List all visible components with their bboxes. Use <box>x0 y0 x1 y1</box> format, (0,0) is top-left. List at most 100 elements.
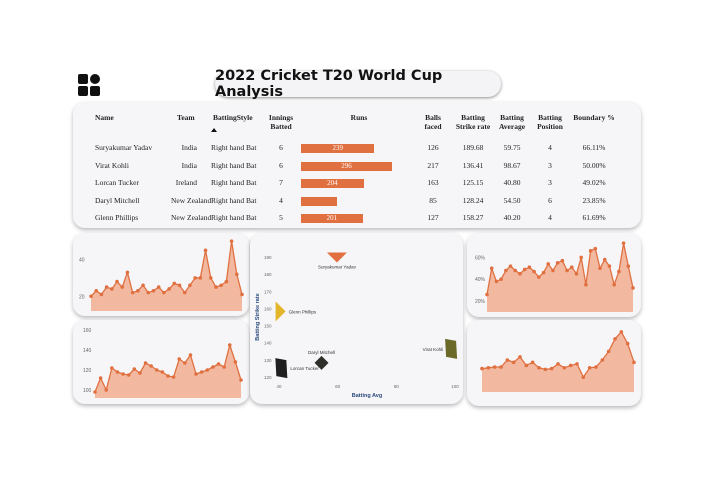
data-point <box>555 261 560 265</box>
data-point <box>177 357 182 361</box>
scatter-point <box>275 358 288 379</box>
data-point <box>499 277 503 282</box>
cell-batting-style: Right hand Bat <box>211 143 257 152</box>
point-label: Daryl Mitchell <box>308 350 335 355</box>
point-label: Suryakumar Yadav <box>318 265 357 270</box>
data-point <box>141 283 145 288</box>
data-point <box>166 374 170 378</box>
col-header-innings-line2: Batted <box>270 122 292 131</box>
point-label: Virat Kohli <box>423 347 443 352</box>
col-header-name[interactable]: Name <box>95 113 114 122</box>
x-tick-label: 40 <box>276 384 282 389</box>
cell-batting-style: Right hand Bat <box>211 178 257 187</box>
data-point <box>626 264 631 268</box>
y-tick-label: 20% <box>475 299 486 305</box>
cell-balls-faced: 163 <box>427 178 439 187</box>
data-point <box>556 362 560 366</box>
sort-ascending-icon[interactable] <box>211 128 217 132</box>
y-tick-label: 170 <box>264 289 272 294</box>
data-point <box>222 365 226 369</box>
data-point <box>530 360 535 365</box>
cell-strike-rate: 189.68 <box>462 143 484 152</box>
data-point <box>527 265 532 270</box>
cell-innings: 7 <box>279 178 283 187</box>
data-point <box>505 358 510 362</box>
data-point <box>110 287 114 291</box>
scatter-point <box>326 252 347 263</box>
col-header-average[interactable]: Batting Average <box>496 113 528 131</box>
runs-bar-label: 296 <box>341 161 352 170</box>
data-point <box>532 269 536 274</box>
data-point <box>143 361 148 365</box>
x-tick-label: 80 <box>394 384 400 389</box>
runs-bar-label: 239 <box>332 144 343 152</box>
y-tick-label: 140 <box>83 348 92 354</box>
data-point <box>89 294 93 299</box>
cell-boundary: 23.85% <box>582 195 606 205</box>
data-point <box>193 276 197 280</box>
data-point <box>518 355 522 359</box>
col-header-runs[interactable]: Runs <box>339 113 379 122</box>
cell-position: 3 <box>548 160 552 170</box>
col-header-batting-style[interactable]: BattingStyle <box>213 113 253 122</box>
data-point <box>151 288 156 293</box>
data-point <box>541 270 546 275</box>
data-point <box>132 367 137 371</box>
data-point <box>568 363 573 368</box>
cell-innings: 5 <box>279 213 283 222</box>
cell-innings: 4 <box>279 195 283 205</box>
data-point <box>182 290 187 295</box>
data-point <box>543 367 548 372</box>
col-header-position[interactable]: Batting Position <box>534 113 566 131</box>
data-point <box>549 366 554 371</box>
cell-boundary: 66.11% <box>582 143 606 152</box>
area-chart-average <box>480 330 636 392</box>
data-point <box>239 378 243 382</box>
data-point <box>607 264 612 268</box>
col-header-innings[interactable]: Innings Batted <box>265 113 297 131</box>
data-point <box>485 292 489 297</box>
data-point <box>621 241 626 245</box>
cell-team: New Zealand <box>171 195 212 205</box>
data-point <box>518 271 522 276</box>
cell-name: Daryl Mitchell <box>95 195 140 205</box>
col-header-boundary[interactable]: Boundary % <box>567 113 621 122</box>
y-tick-label: 130 <box>264 358 272 363</box>
data-point <box>104 388 109 392</box>
data-point <box>574 271 579 276</box>
table-row[interactable]: Suryakumar Yadav India Right hand Bat 6 126 1… <box>73 143 641 155</box>
data-point <box>167 287 171 291</box>
cell-position: 4 <box>548 143 552 152</box>
data-point <box>584 282 588 287</box>
x-axis-label: Batting Avg <box>352 393 382 399</box>
data-point <box>560 258 565 263</box>
col-header-team[interactable]: Team <box>177 113 195 122</box>
col-header-avg-line2: Average <box>498 122 526 131</box>
y-tick-label: 100 <box>83 388 92 394</box>
cell-batting-style: Right hand Bat <box>211 195 257 205</box>
table-row[interactable]: Daryl Mitchell New Zealand Right hand Bat 4… <box>73 196 641 208</box>
col-header-strike-rate[interactable]: Batting Strike rate <box>450 113 496 131</box>
y-tick-label: 60% <box>475 255 486 261</box>
data-point <box>224 279 229 284</box>
data-point <box>606 349 611 354</box>
data-point <box>594 365 598 369</box>
col-header-balls[interactable]: Balls faced <box>421 113 445 131</box>
cell-strike-rate: 128.24 <box>462 195 484 205</box>
data-point <box>126 373 131 377</box>
data-point <box>219 283 223 288</box>
area-chart-runs: 40 20 <box>79 239 244 311</box>
data-point <box>233 360 238 364</box>
area-chart-boundary: 60% 40% 20% <box>475 241 635 312</box>
table-row[interactable]: Glenn Phillips New Zealand Right hand Bat 5… <box>73 213 641 225</box>
cell-strike-rate: 158.27 <box>462 213 484 222</box>
data-point <box>489 266 494 271</box>
data-point <box>229 239 234 243</box>
cell-batting-style: Right hand Bat <box>211 213 257 222</box>
col-header-pos-line1: Batting <box>538 113 562 122</box>
table-row[interactable]: Virat Kohli India Right hand Bat 6 217 136.41… <box>73 161 641 173</box>
data-point <box>162 290 166 295</box>
table-row[interactable]: Lorcan Tucker Ireland Right hand Bat 7 163 12… <box>73 178 641 190</box>
data-point <box>240 292 244 297</box>
cell-name: Suryakumar Yadav <box>95 143 153 152</box>
